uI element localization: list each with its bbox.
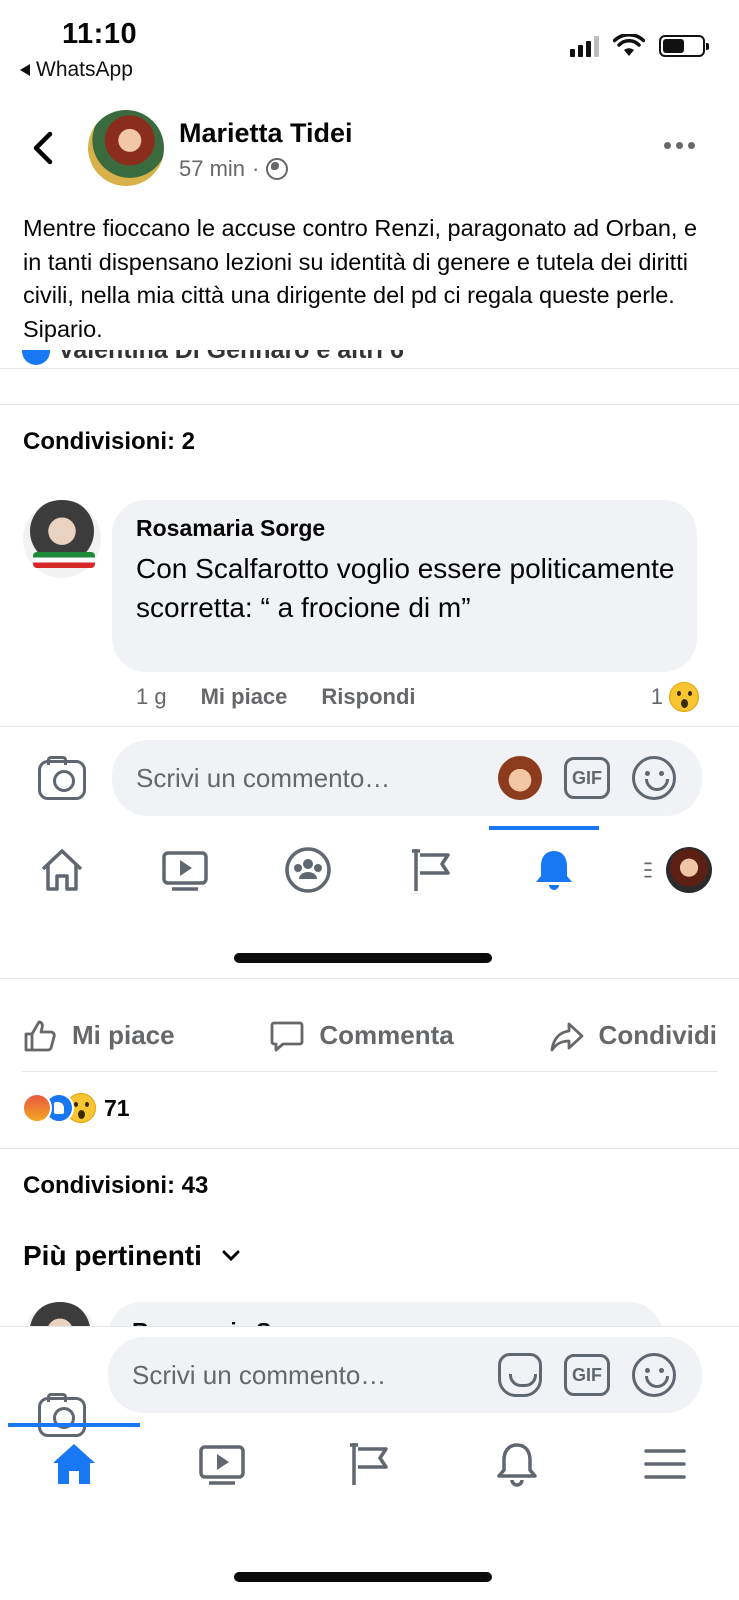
wifi-icon — [613, 34, 645, 56]
shares-count-bottom[interactable]: Condivisioni: 43 — [23, 1172, 208, 1200]
home-icon — [52, 1444, 95, 1484]
comment-age: 1 g — [136, 684, 167, 709]
share-label: Condividi — [598, 1020, 717, 1050]
tab-pages[interactable] — [391, 840, 471, 900]
divider — [0, 368, 739, 369]
sticker-icon[interactable] — [498, 1353, 542, 1397]
angry-reaction-icon — [22, 1093, 52, 1123]
home-indicator — [234, 953, 492, 963]
comment-placeholder: Scrivi un commento… — [132, 1359, 387, 1390]
comment-reaction-count: 1 — [650, 684, 663, 709]
back-triangle-icon — [20, 64, 30, 76]
comment-placeholder: Scrivi un commento… — [136, 762, 391, 793]
battery-icon — [659, 35, 709, 57]
post-meta: 57 min · — [179, 156, 289, 182]
thumbs-up-icon — [24, 1020, 56, 1051]
comment-sort-dropdown[interactable]: Più pertinenti — [23, 1240, 240, 1272]
comment-input-top[interactable]: Scrivi un commento… GIF — [112, 740, 702, 816]
home-indicator — [234, 1572, 492, 1582]
author-avatar[interactable] — [88, 110, 164, 186]
post-author-name[interactable]: Marietta Tidei — [179, 118, 353, 149]
post-text: Mentre fioccano le accuse contro Renzi, … — [23, 215, 698, 342]
wow-reaction-icon — [669, 682, 699, 712]
top-tab-bar — [0, 820, 739, 920]
back-to-app-link[interactable]: WhatsApp — [20, 58, 133, 82]
avatar-sticker-icon[interactable] — [498, 756, 542, 800]
comment-input-bottom[interactable]: Scrivi un commento… GIF — [108, 1337, 702, 1413]
status-time: 11:10 — [62, 18, 138, 50]
comment-button[interactable]: Commenta — [269, 1018, 454, 1054]
sort-label: Più pertinenti — [23, 1240, 202, 1271]
comment-text: Con Scalfarotto voglio essere politicame… — [136, 553, 675, 623]
home-icon — [41, 849, 82, 891]
post-action-row: Mi piace Commenta Condividi — [22, 1000, 717, 1072]
like-label: Mi piace — [72, 1020, 175, 1050]
flag-badge — [33, 552, 95, 568]
comment-reply-button[interactable]: Rispondi — [321, 684, 415, 710]
comment-actions: 1 g Mi piace Rispondi — [136, 684, 416, 710]
camera-icon[interactable] — [38, 756, 86, 800]
tab-menu[interactable] — [625, 1434, 705, 1494]
back-app-label: WhatsApp — [36, 58, 133, 81]
post-time: 57 min — [179, 156, 246, 181]
divider — [0, 404, 739, 405]
commenter-name[interactable]: Rosamaria Sorge — [136, 515, 325, 542]
groups-icon — [285, 847, 331, 893]
profile-avatar — [666, 847, 713, 893]
hamburger-menu-icon — [644, 1449, 686, 1479]
tab-notifications[interactable] — [477, 1434, 557, 1494]
share-button[interactable]: Condividi — [549, 1018, 717, 1054]
reactors-text: Valentina Di Gennaro e altri 6 — [58, 350, 404, 364]
bell-icon — [497, 1443, 538, 1487]
emoji-icon[interactable] — [632, 756, 676, 800]
tab-watch[interactable] — [182, 1434, 262, 1494]
comment-like-button[interactable]: Mi piace — [201, 684, 288, 710]
tab-watch[interactable] — [145, 840, 225, 900]
meta-separator: · — [252, 156, 260, 181]
tab-home[interactable] — [22, 840, 102, 900]
video-icon — [198, 1445, 245, 1485]
like-button[interactable]: Mi piace — [22, 1018, 175, 1054]
comment-reactions[interactable]: 1 — [651, 682, 699, 712]
chevron-down-icon — [222, 1250, 240, 1262]
comment-label: Commenta — [319, 1020, 454, 1050]
tab-groups[interactable] — [268, 840, 348, 900]
post-reactions[interactable]: 71 — [22, 1093, 130, 1123]
like-reaction-icon — [22, 350, 50, 365]
screenshot-divider — [0, 978, 739, 979]
reaction-count: 71 — [104, 1094, 130, 1121]
flag-icon — [350, 1443, 389, 1485]
back-chevron-icon[interactable] — [24, 128, 64, 168]
tab-menu[interactable] — [637, 840, 717, 900]
share-arrow-icon — [550, 1022, 583, 1051]
public-globe-icon — [266, 158, 289, 180]
gif-button[interactable]: GIF — [564, 757, 610, 799]
gif-button[interactable]: GIF — [564, 1354, 610, 1396]
video-icon — [161, 851, 208, 891]
emoji-icon[interactable] — [632, 1353, 676, 1397]
more-options-icon[interactable] — [664, 142, 695, 149]
tab-notifications[interactable] — [514, 840, 594, 900]
comment-icon — [270, 1021, 304, 1051]
bottom-tab-bar — [0, 1414, 739, 1514]
status-icons — [570, 34, 709, 58]
tab-home[interactable] — [34, 1434, 114, 1494]
divider — [0, 1148, 739, 1149]
bell-icon — [536, 851, 573, 890]
flag-icon — [412, 849, 450, 891]
shares-count-top[interactable]: Condivisioni: 2 — [23, 428, 195, 456]
tab-pages[interactable] — [329, 1434, 409, 1494]
signal-icon — [570, 35, 599, 57]
